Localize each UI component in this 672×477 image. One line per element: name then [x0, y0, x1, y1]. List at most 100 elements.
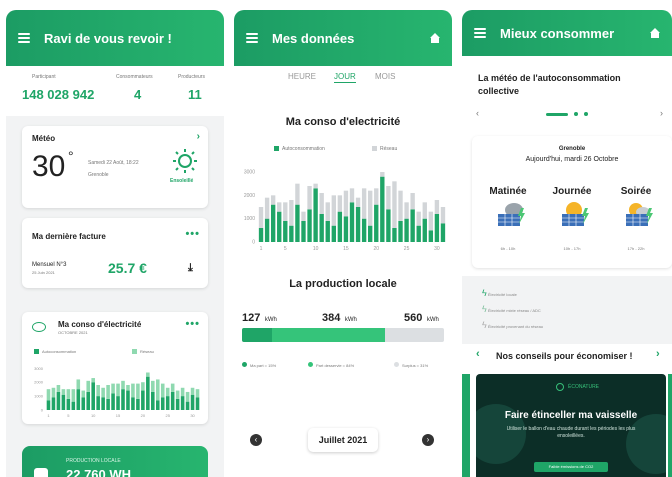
x-tick-label: 5: [67, 413, 70, 418]
kwh-unit: kWh: [344, 317, 357, 323]
weather-degree: °: [68, 148, 74, 164]
production-card[interactable]: PRODUCTION LOCALE 22 760 WH: [22, 446, 208, 477]
invoice-card[interactable]: Ma dernière facture ••• Mensuel N°3 25 J…: [22, 218, 208, 288]
screen-home: Ravi de vous revoir ! Participant Consom…: [6, 10, 224, 477]
download-icon[interactable]: ⤓: [188, 262, 193, 275]
bar-reseau: [325, 202, 330, 221]
next-month-button[interactable]: ›: [422, 434, 434, 446]
x-tick-label: 25: [404, 246, 410, 252]
screen-data: Mes données HEURE JOUR MOIS Ma conso d'e…: [234, 10, 452, 477]
tab-heure[interactable]: HEURE: [288, 72, 316, 81]
x-tick-label: 15: [343, 246, 349, 252]
month-selector[interactable]: Juillet 2021: [308, 428, 378, 452]
period-range: 17h - 22h: [627, 246, 645, 251]
bar-autoconsommation: [349, 202, 355, 242]
bar-reseau: [185, 391, 190, 402]
bar-reseau: [368, 190, 373, 226]
carousel-dot[interactable]: [584, 112, 588, 116]
invoice-title: Ma dernière facture: [32, 232, 106, 241]
weather-card[interactable]: Météo › 30 ° Samedi 22 Août, 18:22 Greno…: [22, 126, 208, 208]
menu-icon[interactable]: [18, 33, 30, 43]
conso-card[interactable]: Ma conso d'électricité OCTOBRE 2021 ••• …: [22, 312, 208, 424]
bar-reseau: [136, 383, 140, 399]
leaf-icon: [32, 322, 46, 332]
conso-subtitle: OCTOBRE 2021: [58, 330, 88, 335]
bar-autoconsommation: [121, 389, 125, 410]
bar-autoconsommation: [175, 398, 180, 410]
bar-autoconsommation: [361, 218, 367, 242]
promo-peek-left: [462, 374, 470, 477]
home-icon[interactable]: [430, 33, 440, 43]
bar-autoconsommation: [111, 393, 115, 410]
bar-reseau: [374, 188, 379, 205]
legend-text: Surplus = 31%: [402, 363, 429, 368]
period-name: Soirée: [620, 186, 652, 197]
y-tick-label: 2000: [244, 193, 255, 199]
header-title: Mes données: [272, 30, 355, 46]
screen-tips: Mieux consommer La météo de l'autoconsom…: [462, 10, 672, 477]
legend-text: Électricité mixte réseau / ADC: [487, 308, 541, 313]
carousel-dot[interactable]: [574, 112, 578, 116]
period-name: Matinée: [489, 186, 527, 197]
chevron-right-icon[interactable]: ›: [197, 131, 200, 142]
bar-autoconsommation: [301, 221, 306, 242]
chevron-right-icon[interactable]: ›: [656, 348, 660, 360]
production-value: 22 760 WH: [66, 467, 132, 477]
bar-autoconsommation: [126, 390, 130, 410]
legend-dot: [242, 362, 247, 367]
stat-label-consommateurs: Consommateurs: [116, 74, 153, 80]
production-label: PRODUCTION LOCALE: [66, 458, 121, 464]
bar-autoconsommation: [61, 394, 66, 410]
bar-autoconsommation: [440, 223, 446, 242]
bar-reseau: [434, 200, 440, 214]
promo-button[interactable]: Faible émissions de CO2: [534, 462, 608, 472]
chevron-left-icon[interactable]: ‹: [476, 108, 479, 118]
stat-value-participant: 148 028 942: [22, 87, 95, 102]
home-icon[interactable]: [650, 28, 660, 38]
invoice-monthly: Mensuel N°3: [32, 262, 67, 268]
legend-label-auto: Autoconsommation: [42, 349, 77, 354]
legend-swatch-auto: [274, 146, 279, 151]
x-tick-label: 20: [373, 246, 379, 252]
bar-autoconsommation: [270, 204, 276, 242]
more-icon[interactable]: •••: [185, 318, 200, 330]
bar-autoconsommation: [96, 396, 100, 410]
bar-reseau: [428, 211, 434, 231]
bar-autoconsommation: [146, 376, 150, 410]
bar-reseau: [61, 389, 66, 395]
tab-jour[interactable]: JOUR: [334, 72, 356, 83]
legend-swatch-reseau: [132, 349, 137, 354]
tab-mois[interactable]: MOIS: [375, 72, 395, 81]
x-tick-label: 1: [260, 246, 263, 252]
meteo-date: Aujourd'hui, mardi 26 Octobre: [525, 156, 619, 163]
bar-reseau: [116, 383, 120, 397]
bar-reseau: [404, 202, 409, 219]
conso-chart-small: 30002000100001 5 10 15 20 25 30: [34, 366, 200, 418]
bar-autoconsommation: [141, 390, 145, 410]
bar-autoconsommation: [410, 209, 415, 242]
bar-reseau: [331, 195, 336, 226]
menu-icon[interactable]: [474, 28, 486, 38]
bar-reseau: [258, 207, 264, 228]
more-icon[interactable]: •••: [185, 228, 200, 240]
promo-text: Utiliser le ballon d'eau chaude durant l…: [506, 426, 636, 439]
menu-icon[interactable]: [246, 33, 258, 43]
legend-dot: [394, 362, 399, 367]
stat-label-participant: Participant: [32, 74, 56, 80]
bar-reseau: [66, 389, 71, 399]
bar-reseau: [106, 385, 110, 399]
y-tick-label: 2000: [34, 380, 44, 385]
bar-autoconsommation: [91, 382, 95, 410]
bar-autoconsommation: [151, 391, 155, 410]
bar-autoconsommation: [428, 230, 434, 242]
bar-reseau: [111, 383, 115, 394]
bar-autoconsommation: [422, 218, 427, 242]
bar-reseau: [86, 380, 91, 392]
y-tick-label: 1000: [34, 394, 44, 399]
bar-autoconsommation: [392, 228, 397, 242]
chevron-left-icon[interactable]: ‹: [476, 348, 480, 360]
prev-month-button[interactable]: ‹: [250, 434, 262, 446]
weather-city: Grenoble: [88, 172, 109, 178]
chevron-right-icon[interactable]: ›: [660, 108, 663, 118]
promo-card[interactable]: ÉCONATURE Faire étinceller ma vaisselle …: [476, 374, 666, 477]
